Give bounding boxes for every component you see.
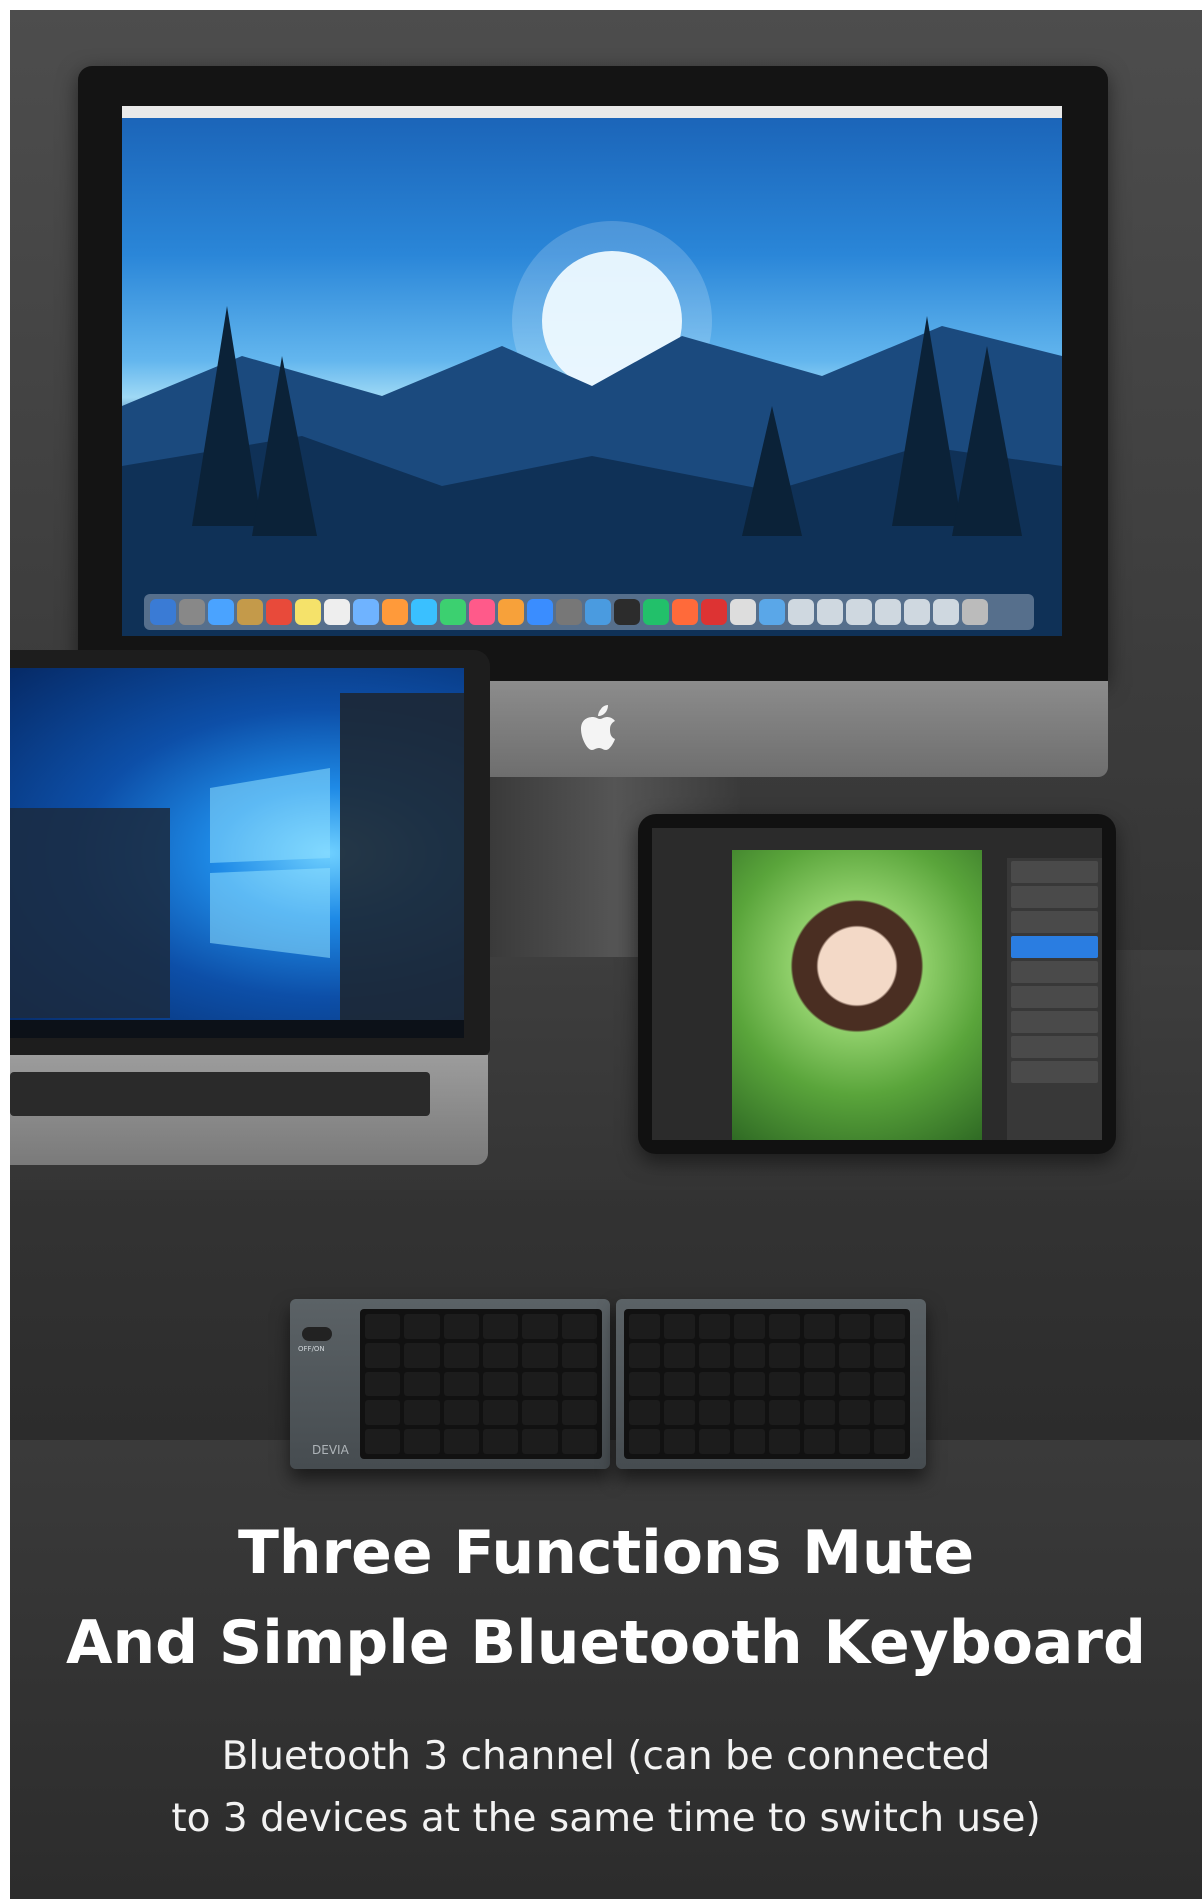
power-switch-label: OFF/ON (298, 1345, 325, 1353)
windows-laptop (10, 650, 490, 1055)
illustration-artwork (732, 850, 982, 1140)
keyboard-right-half (616, 1299, 926, 1469)
windows-logo-wallpaper (10, 693, 464, 1038)
headline-line-2: And Simple Bluetooth Keyboard (66, 1608, 1146, 1678)
windows-desktop (10, 668, 464, 1038)
imac-display (78, 66, 1108, 681)
mac-dock (144, 594, 1034, 630)
subtext-line-2: to 3 devices at the same time to switch … (171, 1796, 1041, 1841)
drawing-app-screen (652, 828, 1102, 1140)
keyboard-left-half: OFF/ON DEVIA (290, 1299, 610, 1469)
tablet (638, 814, 1116, 1154)
mac-desktop-wallpaper (122, 106, 1062, 636)
laptop-keyboard (10, 1072, 430, 1116)
layers-panel (1007, 858, 1102, 1140)
product-banner: OFF/ON DEVIA Three Functions Mute And Si… (10, 10, 1202, 1899)
landscape-illustration (122, 221, 1062, 636)
apple-logo-icon (581, 705, 615, 750)
key-grid-left (360, 1309, 602, 1459)
brand-logo: DEVIA (312, 1443, 349, 1457)
headline-line-1: Three Functions Mute (237, 1518, 975, 1588)
subtext-line-1: Bluetooth 3 channel (can be connected (221, 1734, 991, 1779)
power-switch (302, 1327, 332, 1341)
key-grid-right (624, 1309, 910, 1459)
